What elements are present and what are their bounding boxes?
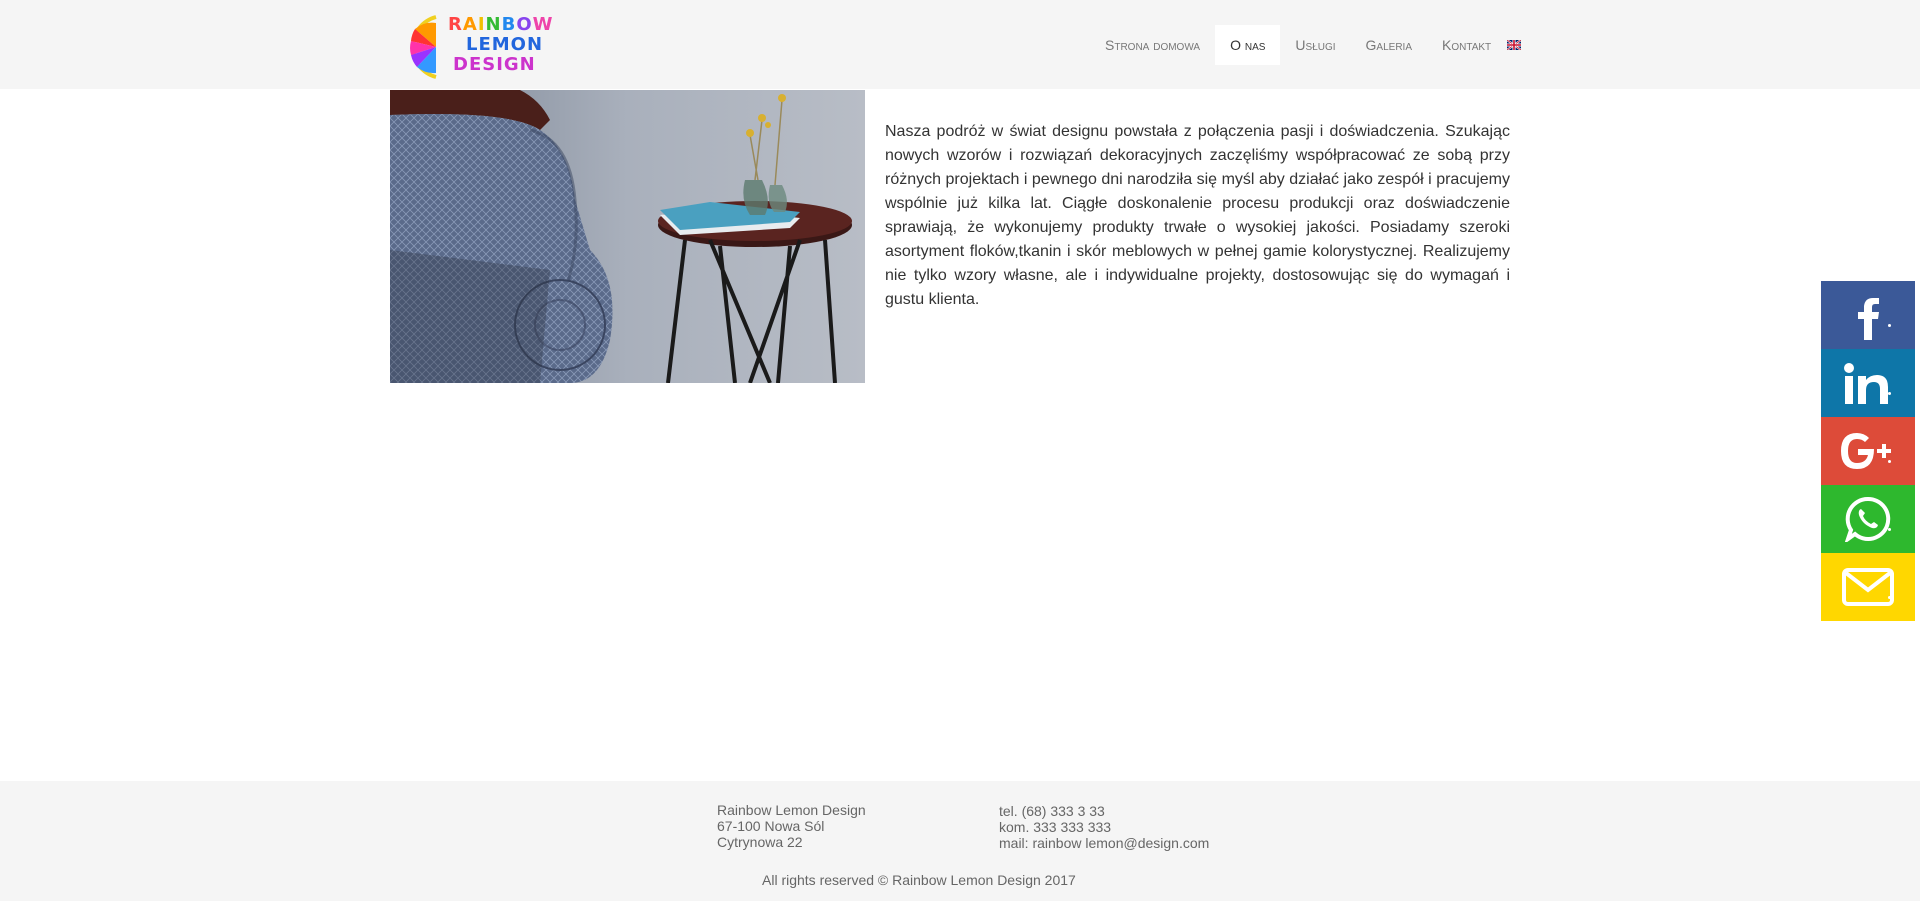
whatsapp-icon bbox=[1845, 496, 1891, 542]
email-icon bbox=[1842, 568, 1894, 606]
uk-flag-icon[interactable] bbox=[1507, 40, 1522, 50]
linkedin-dot bbox=[1888, 392, 1891, 395]
social-sidebar bbox=[1821, 281, 1915, 621]
logo-line-lemon: LEMON bbox=[466, 34, 544, 55]
nav-item-home[interactable]: Strona domowa bbox=[1090, 25, 1215, 65]
nav-item-about[interactable]: O nas bbox=[1215, 25, 1281, 65]
about-description: Nasza podróż w świat designu powstała z … bbox=[885, 123, 1510, 308]
nav-item-services[interactable]: Usługi bbox=[1280, 25, 1350, 65]
footer-copyright: All rights reserved © Rainbow Lemon Desi… bbox=[762, 872, 1076, 888]
main-nav: Strona domowa O nas Usługi Galeria Konta… bbox=[1090, 25, 1522, 65]
google-plus-share-button[interactable] bbox=[1821, 417, 1915, 485]
email-share-button[interactable] bbox=[1821, 553, 1915, 621]
site-header: RAINBOW LEMON DESIGN Strona domowa O nas… bbox=[0, 0, 1920, 89]
footer-company-name: Rainbow Lemon Design bbox=[717, 802, 866, 818]
logo-line-rainbow: RAINBOW bbox=[448, 14, 554, 35]
facebook-dot bbox=[1888, 324, 1891, 327]
linkedin-share-button[interactable] bbox=[1821, 349, 1915, 417]
footer-email[interactable]: mail: rainbow lemon@design.com bbox=[999, 835, 1209, 851]
logo-line-design: DESIGN bbox=[453, 54, 536, 75]
logo-wordmark: RAINBOW LEMON DESIGN bbox=[448, 14, 558, 80]
whatsapp-share-button[interactable] bbox=[1821, 485, 1915, 553]
footer-mobile[interactable]: kom. 333 333 333 bbox=[999, 819, 1209, 835]
footer-contact: tel. (68) 333 3 33 kom. 333 333 333 mail… bbox=[999, 803, 1209, 851]
footer-city: 67-100 Nowa Sól bbox=[717, 818, 825, 834]
footer-phone[interactable]: tel. (68) 333 3 33 bbox=[999, 803, 1209, 819]
logo-text-rainbow: RAINBOW bbox=[448, 14, 554, 35]
facebook-icon bbox=[1858, 298, 1879, 340]
linkedin-icon bbox=[1844, 363, 1888, 404]
google-plus-icon bbox=[1841, 433, 1891, 469]
footer-address: Rainbow Lemon Design 67-100 Nowa Sól Cyt… bbox=[717, 802, 866, 850]
nav-item-contact[interactable]: Kontakt bbox=[1427, 25, 1506, 65]
nav-item-gallery[interactable]: Galeria bbox=[1351, 25, 1427, 65]
about-photo bbox=[390, 90, 865, 383]
lemon-logo-icon bbox=[410, 15, 437, 79]
email-dot bbox=[1888, 596, 1891, 599]
footer-street: Cytrynowa 22 bbox=[717, 834, 803, 850]
site-footer: Rainbow Lemon Design 67-100 Nowa Sól Cyt… bbox=[0, 781, 1920, 901]
whatsapp-dot bbox=[1888, 528, 1891, 531]
facebook-share-button[interactable] bbox=[1821, 281, 1915, 349]
site-logo[interactable]: RAINBOW LEMON DESIGN bbox=[403, 11, 553, 79]
google-plus-dot bbox=[1888, 460, 1891, 463]
